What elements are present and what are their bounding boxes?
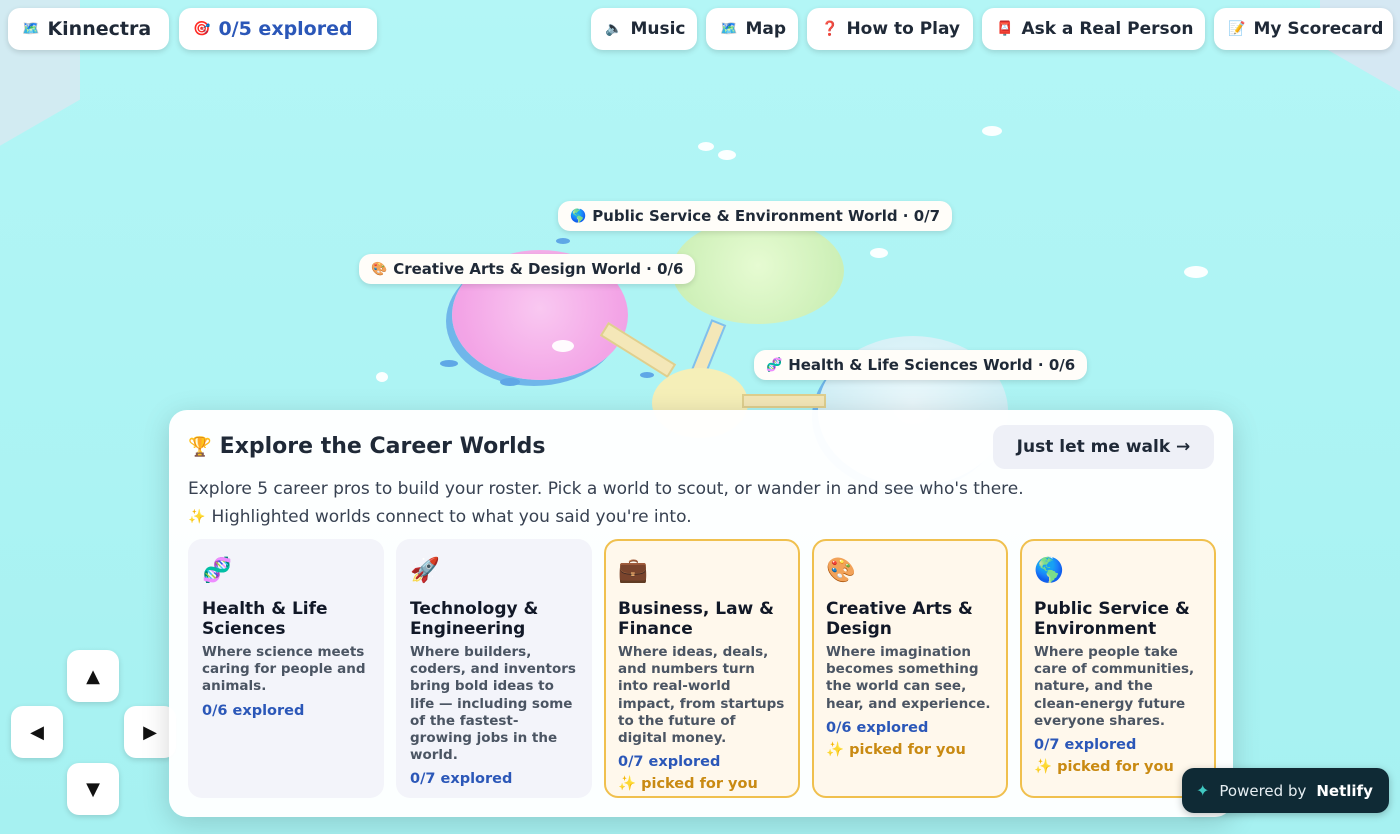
dna-icon: 🧬 bbox=[766, 357, 783, 373]
world-card-creative-arts-design[interactable]: 🎨 Creative Arts & Design Where imaginati… bbox=[812, 539, 1008, 798]
card-title: Public Service & Environment bbox=[1034, 599, 1190, 639]
card-title: Creative Arts & Design bbox=[826, 599, 973, 639]
world-label-creative-arts[interactable]: 🎨 Creative Arts & Design World · 0/6 bbox=[359, 254, 696, 284]
ask-real-person-button[interactable]: 📮 Ask a Real Person bbox=[982, 8, 1205, 50]
card-explored-count: 0/6 explored bbox=[202, 702, 305, 719]
arrow-right-icon: ▶ bbox=[143, 721, 157, 743]
cloud bbox=[982, 126, 1002, 136]
cloud bbox=[870, 248, 888, 258]
rock bbox=[640, 372, 654, 378]
panel-hint-text: Highlighted worlds connect to what you s… bbox=[211, 507, 692, 527]
rock bbox=[440, 360, 458, 367]
cloud bbox=[718, 150, 736, 160]
card-description: Where science meets caring for people an… bbox=[202, 644, 366, 695]
arrow-left-icon: ◀ bbox=[30, 721, 44, 743]
netlify-logo-icon: ✦ bbox=[1196, 781, 1210, 800]
sparkles-icon: ✨ bbox=[188, 509, 206, 525]
netlify-badge[interactable]: ✦ Powered by Netlify bbox=[1182, 768, 1389, 813]
cloud bbox=[552, 340, 574, 352]
netlify-prefix: Powered by bbox=[1219, 781, 1307, 800]
globe-icon: 🌎 bbox=[1034, 556, 1064, 584]
card-explored-count: 0/7 explored bbox=[618, 754, 721, 771]
cloud bbox=[376, 372, 388, 382]
world-card-business-law-finance[interactable]: 💼 Business, Law & Finance Where ideas, d… bbox=[604, 539, 800, 798]
public-service-island[interactable] bbox=[672, 218, 844, 324]
rock bbox=[500, 378, 520, 386]
world-card-health-life-sciences[interactable]: 🧬 Health & Life Sciences Where science m… bbox=[188, 539, 384, 798]
world-cards: 🧬 Health & Life Sciences Where science m… bbox=[188, 539, 1216, 798]
rocket-icon: 🚀 bbox=[410, 556, 440, 584]
card-description: Where builders, coders, and inventors br… bbox=[410, 644, 576, 764]
card-explored-count: 0/7 explored bbox=[410, 771, 513, 788]
bridge bbox=[742, 394, 826, 408]
card-description: Where people take care of communities, n… bbox=[1034, 644, 1195, 729]
card-title: Business, Law & Finance bbox=[618, 599, 775, 639]
map-icon: 🗺️ bbox=[22, 21, 40, 37]
card-title: Health & Life Sciences bbox=[202, 599, 328, 639]
panel-hint: ✨ Highlighted worlds connect to what you… bbox=[188, 507, 692, 527]
speaker-icon: 🔈 bbox=[605, 21, 623, 37]
arrow-down-icon: ▼ bbox=[86, 778, 100, 800]
notepad-icon: 📝 bbox=[1228, 21, 1246, 37]
music-button-label: Music bbox=[630, 19, 686, 39]
move-down-button[interactable]: ▼ bbox=[67, 763, 119, 815]
card-explored-count: 0/6 explored bbox=[826, 719, 929, 736]
palette-icon: 🎨 bbox=[371, 261, 388, 277]
target-icon: 🎯 bbox=[193, 21, 211, 37]
dna-icon: 🧬 bbox=[202, 556, 232, 584]
brand-badge: 🗺️ Kinnectra bbox=[8, 8, 169, 50]
cloud bbox=[698, 142, 714, 151]
rock bbox=[556, 238, 570, 244]
panel-title-text: Explore the Career Worlds bbox=[219, 434, 546, 459]
picked-for-you-badge: ✨ picked for you bbox=[826, 741, 966, 758]
just-walk-button[interactable]: Just let me walk → bbox=[993, 425, 1214, 469]
music-button[interactable]: 🔈 Music bbox=[591, 8, 697, 50]
trophy-icon: 🏆 bbox=[188, 436, 212, 458]
move-left-button[interactable]: ◀ bbox=[11, 706, 63, 758]
map-button-label: Map bbox=[745, 19, 786, 39]
ask-real-person-button-label: Ask a Real Person bbox=[1021, 19, 1194, 39]
arrow-up-icon: ▲ bbox=[86, 665, 100, 687]
map-button[interactable]: 🗺️ Map bbox=[706, 8, 798, 50]
world-label-text: Creative Arts & Design World · 0/6 bbox=[393, 260, 684, 278]
world-label-health-sciences[interactable]: 🧬 Health & Life Sciences World · 0/6 bbox=[754, 350, 1088, 380]
world-label-public-service[interactable]: 🌎 Public Service & Environment World · 0… bbox=[558, 201, 953, 231]
how-to-play-button[interactable]: ❓ How to Play bbox=[807, 8, 973, 50]
panel-title: 🏆 Explore the Career Worlds bbox=[188, 434, 546, 459]
cloud bbox=[1184, 266, 1208, 278]
progress-badge: 🎯 0/5 explored bbox=[179, 8, 377, 50]
scorecard-button[interactable]: 📝 My Scorecard bbox=[1214, 8, 1393, 50]
move-up-button[interactable]: ▲ bbox=[67, 650, 119, 702]
panel-intro-text: Explore 5 career pros to build your rost… bbox=[188, 479, 1024, 499]
mailbox-icon: 📮 bbox=[996, 21, 1014, 37]
question-mark-icon: ❓ bbox=[821, 21, 839, 37]
briefcase-icon: 💼 bbox=[618, 556, 648, 584]
brand-name: Kinnectra bbox=[47, 18, 152, 40]
picked-for-you-badge: ✨ picked for you bbox=[1034, 759, 1174, 776]
world-card-public-service-environment[interactable]: 🌎 Public Service & Environment Where peo… bbox=[1020, 539, 1216, 798]
card-description: Where imagination becomes something the … bbox=[826, 644, 991, 712]
card-description: Where ideas, deals, and numbers turn int… bbox=[618, 644, 785, 747]
map-icon: 🗺️ bbox=[720, 21, 738, 37]
how-to-play-button-label: How to Play bbox=[846, 19, 961, 39]
progress-text: 0/5 explored bbox=[218, 18, 353, 40]
explore-worlds-panel: 🏆 Explore the Career Worlds Just let me … bbox=[169, 410, 1233, 817]
world-label-text: Health & Life Sciences World · 0/6 bbox=[788, 356, 1076, 374]
world-card-technology-engineering[interactable]: 🚀 Technology & Engineering Where builder… bbox=[396, 539, 592, 798]
globe-icon: 🌎 bbox=[570, 208, 587, 224]
picked-for-you-badge: ✨ picked for you bbox=[618, 776, 758, 793]
netlify-brand: Netlify bbox=[1316, 781, 1373, 800]
scorecard-button-label: My Scorecard bbox=[1253, 19, 1384, 39]
palette-icon: 🎨 bbox=[826, 556, 856, 584]
world-label-text: Public Service & Environment World · 0/7 bbox=[592, 207, 941, 225]
card-title: Technology & Engineering bbox=[410, 599, 539, 639]
card-explored-count: 0/7 explored bbox=[1034, 737, 1137, 754]
